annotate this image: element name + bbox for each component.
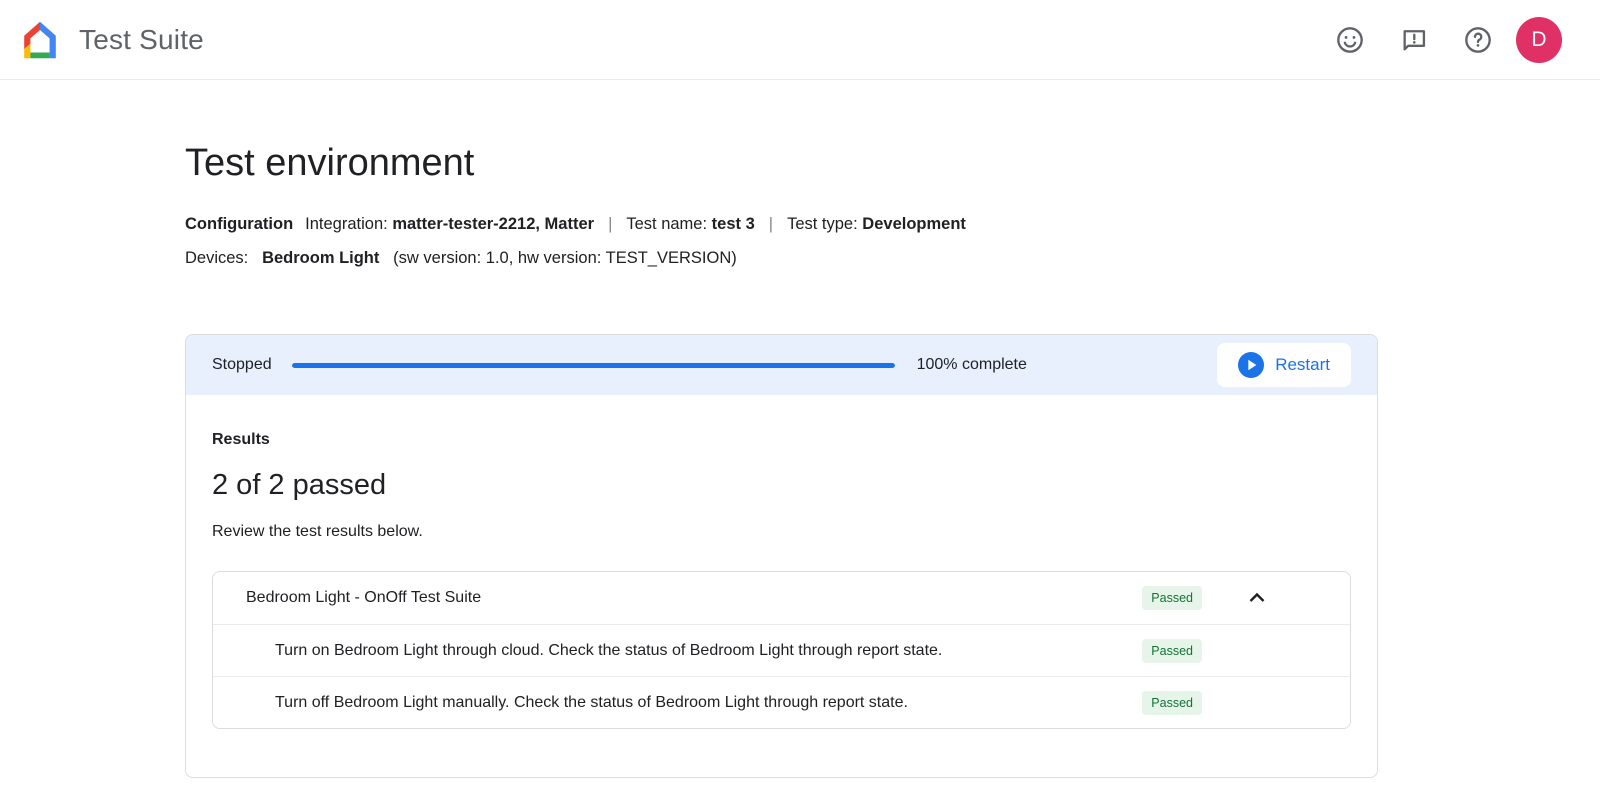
separator: | <box>608 215 612 234</box>
configuration-line: Configuration Integration: matter-tester… <box>185 215 1600 234</box>
results-summary: 2 of 2 passed <box>212 469 1351 502</box>
restart-button-label: Restart <box>1275 355 1330 375</box>
status-badge: Passed <box>1142 691 1202 715</box>
devices-detail: (sw version: 1.0, hw version: TEST_VERSI… <box>393 249 737 267</box>
table-row-test[interactable]: Turn off Bedroom Light manually. Check t… <box>213 676 1350 728</box>
status-badge: Passed <box>1142 586 1202 610</box>
percent-complete-label: 100% complete <box>917 356 1027 374</box>
integration-label: Integration: <box>305 215 388 234</box>
results-heading: Results <box>212 431 1351 449</box>
test-name-label: Test name: <box>626 215 707 234</box>
test-row-label: Turn on Bedroom Light through cloud. Che… <box>275 642 1142 660</box>
suite-row-label: Bedroom Light - OnOff Test Suite <box>246 589 1142 607</box>
feedback-icon[interactable] <box>1400 26 1428 54</box>
devices-value: Bedroom Light <box>262 249 379 267</box>
main-content: Test environment Configuration Integrati… <box>0 142 1600 778</box>
status-badge: Passed <box>1142 639 1202 663</box>
smiley-icon[interactable] <box>1336 26 1364 54</box>
table-row-suite[interactable]: Bedroom Light - OnOff Test Suite Passed <box>213 572 1350 624</box>
help-icon[interactable] <box>1464 26 1492 54</box>
progress-band: Stopped 100% complete Restart <box>186 335 1377 395</box>
run-status-label: Stopped <box>212 356 272 374</box>
results-subtitle: Review the test results below. <box>212 523 1351 541</box>
google-home-logo-icon <box>17 17 63 63</box>
test-type-value: Development <box>862 215 966 234</box>
play-icon <box>1238 352 1264 378</box>
integration-value: matter-tester-2212, Matter <box>392 215 594 234</box>
test-row-label: Turn off Bedroom Light manually. Check t… <box>275 694 1142 712</box>
devices-label: Devices: <box>185 249 248 267</box>
avatar-letter: D <box>1531 28 1546 52</box>
separator: | <box>769 215 773 234</box>
results-table: Bedroom Light - OnOff Test Suite Passed … <box>212 571 1351 729</box>
chevron-up-icon[interactable] <box>1244 585 1270 611</box>
top-app-bar: Test Suite D <box>0 0 1600 80</box>
restart-button[interactable]: Restart <box>1217 343 1351 387</box>
results-section: Results 2 of 2 passed Review the test re… <box>186 395 1377 777</box>
page-title: Test environment <box>185 142 1600 185</box>
test-type-label: Test type: <box>787 215 858 234</box>
test-name-value: test 3 <box>712 215 755 234</box>
progress-fill <box>292 363 895 368</box>
progress-bar <box>292 363 895 368</box>
topbar-actions: D <box>1336 17 1562 63</box>
app-title: Test Suite <box>79 24 204 56</box>
devices-line: Devices: Bedroom Light (sw version: 1.0,… <box>185 249 1600 268</box>
test-run-card: Stopped 100% complete Restart Results 2 … <box>185 334 1378 778</box>
configuration-heading: Configuration <box>185 215 293 234</box>
table-row-test[interactable]: Turn on Bedroom Light through cloud. Che… <box>213 624 1350 676</box>
avatar[interactable]: D <box>1516 17 1562 63</box>
